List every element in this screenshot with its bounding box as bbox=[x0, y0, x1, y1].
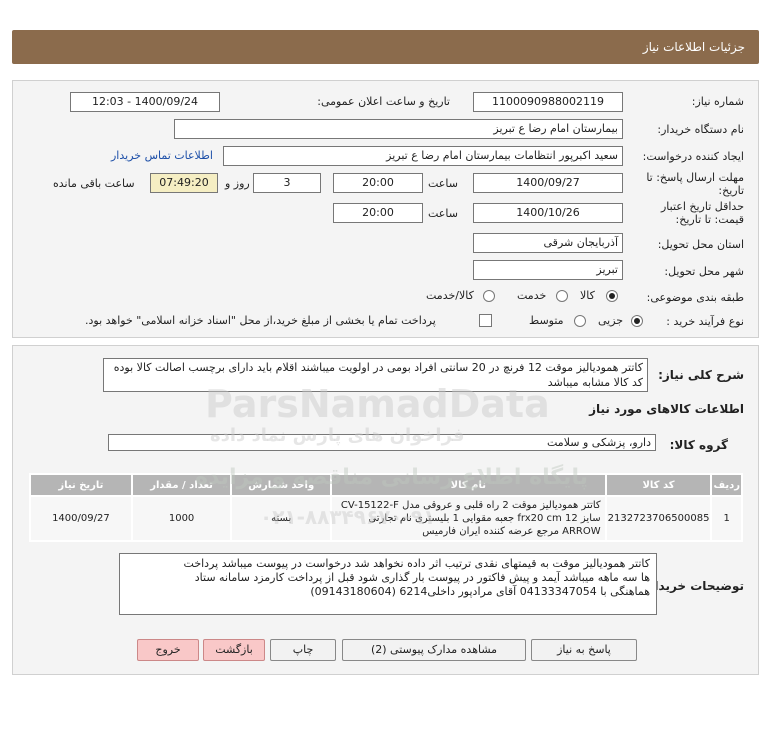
validity-time-field: 20:00 bbox=[333, 203, 423, 223]
remaining-label: ساعت باقی مانده bbox=[53, 177, 135, 190]
row-name-line: کاتتر همودیالیز موقت 2 راه قلبی و عروقی … bbox=[340, 500, 601, 511]
category-radio-goods[interactable] bbox=[606, 290, 618, 302]
deadline-label: مهلت ارسال پاسخ: تا bbox=[646, 171, 744, 184]
col-row: ردیف bbox=[710, 473, 743, 497]
category-radio-goods-service[interactable] bbox=[483, 290, 495, 302]
row-unit: بسته bbox=[230, 495, 333, 542]
process-option-minor: جزیی bbox=[598, 314, 624, 327]
validity-label-2: قیمت: تا تاریخ: bbox=[675, 213, 744, 226]
creator-field: سعید اکبرپور انتظامات بیمارستان امام رضا… bbox=[223, 146, 623, 166]
buyer-notes-box: کاتتر همودیالیز موقت به قیمتهای نقدی ترت… bbox=[119, 553, 657, 615]
deadline-date-field: 1400/09/27 bbox=[473, 173, 623, 193]
goods-section-title: اطلاعات کالاهای مورد نیاز bbox=[589, 402, 744, 416]
need-number-field: 1100090988002119 bbox=[473, 92, 623, 112]
deadline-label-2: تاریخ: bbox=[718, 184, 744, 197]
need-info-panel: شماره نیاز: 1100090988002119 تاریخ و ساع… bbox=[12, 80, 759, 338]
row-name-line: سایز 12 frx20 cm جعبه مقوایی 1 بلیستری ن… bbox=[368, 513, 601, 524]
description-label: شرح کلی نیاز: bbox=[658, 368, 744, 382]
goods-group-field: دارو، پزشکی و سلامت bbox=[108, 434, 656, 451]
description-box: کاتتر همودیالیز موقت 12 فرنچ در 20 سانتی… bbox=[103, 358, 648, 392]
city-field: تبریز bbox=[473, 260, 623, 280]
col-code: کد کالا bbox=[604, 473, 713, 497]
category-option-service: خدمت bbox=[517, 289, 547, 302]
row-code: 2132723706500085 bbox=[604, 495, 713, 542]
process-radio-medium[interactable] bbox=[574, 315, 586, 327]
deadline-time-field: 20:00 bbox=[333, 173, 423, 193]
payment-note: پرداخت تمام یا بخشی از مبلغ خرید،از محل … bbox=[85, 314, 436, 327]
treasury-checkbox[interactable] bbox=[479, 314, 492, 327]
days-label: روز و bbox=[225, 177, 250, 190]
page-title: جزئیات اطلاعات نیاز bbox=[642, 40, 745, 54]
deadline-time-label: ساعت bbox=[428, 177, 458, 190]
category-option-goods: کالا bbox=[580, 289, 595, 302]
category-radio-service[interactable] bbox=[556, 290, 568, 302]
announce-field: 1400/09/24 - 12:03 bbox=[70, 92, 220, 112]
category-option-goods-service: کالا/خدمت bbox=[426, 289, 474, 302]
remaining-time-field: 07:49:20 bbox=[150, 173, 218, 193]
col-qty: تعداد / مقدار bbox=[130, 473, 233, 497]
row-qty: 1000 bbox=[130, 495, 233, 542]
goods-table: ردیف کد کالا نام کالا واحد شمارش تعداد /… bbox=[29, 473, 743, 542]
days-field: 3 bbox=[253, 173, 321, 193]
details-panel: شرح کلی نیاز: کاتتر همودیالیز موقت 12 فر… bbox=[12, 345, 759, 675]
exit-button[interactable]: خروج bbox=[137, 639, 199, 661]
validity-label: حداقل تاریخ اعتبار bbox=[660, 200, 744, 213]
back-button[interactable]: بازگشت bbox=[203, 639, 265, 661]
need-number-label: شماره نیاز: bbox=[691, 95, 744, 108]
table-row: 1 2132723706500085 کاتتر همودیالیز موقت … bbox=[29, 495, 743, 542]
buyer-notes-label: توضیحات خریدار: bbox=[642, 579, 744, 593]
goods-group-label: گروه کالا: bbox=[669, 438, 728, 452]
buyer-notes-line: کاتتر همودیالیز موقت به قیمتهای نقدی ترت… bbox=[183, 557, 650, 570]
row-name: کاتتر همودیالیز موقت 2 راه قلبی و عروقی … bbox=[330, 495, 607, 542]
page-header: جزئیات اطلاعات نیاز bbox=[12, 30, 759, 64]
validity-time-label: ساعت bbox=[428, 207, 458, 220]
col-unit: واحد شمارش bbox=[230, 473, 333, 497]
buyer-field: بیمارستان امام رضا ع تبریز bbox=[174, 119, 623, 139]
buyer-label: نام دستگاه خریدار: bbox=[657, 123, 744, 136]
reply-button[interactable]: پاسخ به نیاز bbox=[531, 639, 637, 661]
row-name-line: ARROW مرجع عرضه کننده ایران فارمیس bbox=[422, 526, 601, 537]
print-button[interactable]: چاپ bbox=[270, 639, 336, 661]
process-radio-minor[interactable] bbox=[631, 315, 643, 327]
goods-table-header: ردیف کد کالا نام کالا واحد شمارش تعداد /… bbox=[29, 473, 743, 497]
province-label: استان محل تحویل: bbox=[657, 238, 744, 251]
col-date: تاریخ نیاز bbox=[29, 473, 133, 497]
contact-buyer-link[interactable]: اطلاعات تماس خریدار bbox=[111, 149, 213, 162]
row-number: 1 bbox=[710, 495, 743, 542]
row-date: 1400/09/27 bbox=[29, 495, 133, 542]
announce-label: تاریخ و ساعت اعلان عمومی: bbox=[317, 95, 450, 108]
process-option-medium: متوسط bbox=[529, 314, 564, 327]
category-label: طبقه بندی موضوعی: bbox=[646, 291, 744, 304]
view-attachments-button[interactable]: مشاهده مدارک پیوستی (2) bbox=[342, 639, 526, 661]
buyer-notes-line: هماهنگی با 04133347054 آقای مرادپور داخل… bbox=[310, 585, 650, 598]
province-field: آذربایجان شرقی bbox=[473, 233, 623, 253]
city-label: شهر محل تحویل: bbox=[664, 265, 744, 278]
creator-label: ایجاد کننده درخواست: bbox=[642, 150, 744, 163]
process-label: نوع فرآیند خرید : bbox=[666, 315, 744, 328]
validity-date-field: 1400/10/26 bbox=[473, 203, 623, 223]
buyer-notes-line: ها سه ماهه میباشد آیمد و پیش فاکتور در پ… bbox=[194, 571, 650, 584]
col-name: نام کالا bbox=[330, 473, 607, 497]
